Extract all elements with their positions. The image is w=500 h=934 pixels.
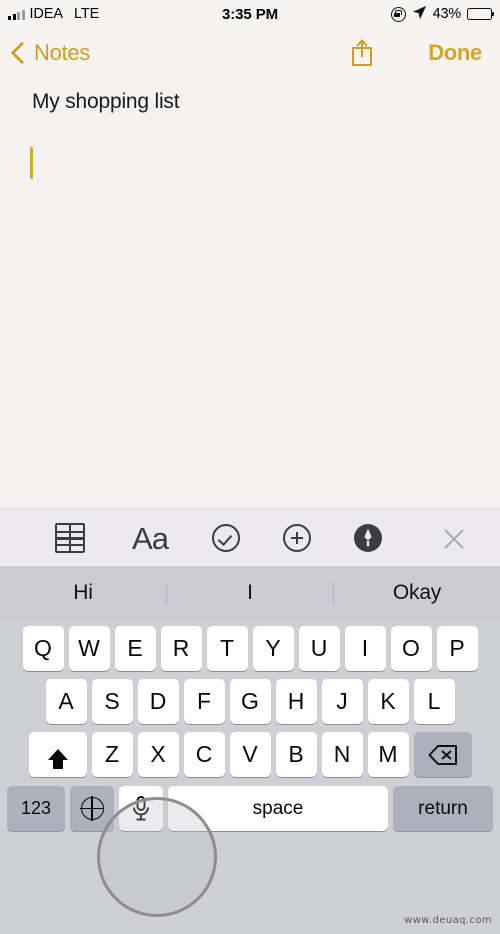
key-w[interactable]: W [68,626,110,671]
keyboard-rows: QWERTYUIOP ASDFGHJKL ZXCVBNM 123 space r… [0,620,500,831]
location-arrow-icon [412,5,427,24]
done-button[interactable]: Done [428,40,482,66]
key-r[interactable]: R [160,626,202,671]
prediction-option-1[interactable]: Hi [0,581,166,605]
back-to-notes-button[interactable]: Notes [10,40,90,66]
key-p[interactable]: P [436,626,478,671]
text-cursor [30,147,33,179]
key-x[interactable]: X [137,732,179,777]
key-b[interactable]: B [275,732,317,777]
key-z[interactable]: Z [91,732,133,777]
key-h[interactable]: H [275,679,317,724]
key-o[interactable]: O [390,626,432,671]
table-icon[interactable] [46,509,94,567]
status-bar-right: 43% [390,5,495,24]
globe-key[interactable] [70,786,114,831]
key-k[interactable]: K [367,679,409,724]
add-attachment-icon[interactable] [273,509,321,567]
key-c[interactable]: C [183,732,225,777]
keyboard: Hi I Okay QWERTYUIOP ASDFGHJKL ZXCVBNM 1… [0,566,500,934]
key-v[interactable]: V [229,732,271,777]
key-a[interactable]: A [45,679,87,724]
dictation-key[interactable] [119,786,163,831]
watermark-label: www.deuaq.com [404,915,492,926]
rotation-lock-icon [390,6,406,22]
globe-icon [79,796,105,821]
key-q[interactable]: Q [22,626,64,671]
key-y[interactable]: Y [252,626,294,671]
predictive-text-bar: Hi I Okay [0,566,500,620]
text-format-label: Aa [132,520,169,556]
prediction-option-3[interactable]: Okay [334,581,500,605]
back-button-label: Notes [34,40,90,65]
key-g[interactable]: G [229,679,271,724]
keyboard-row-4: 123 space return [0,777,500,831]
chevron-left-icon [10,41,34,65]
close-icon[interactable] [430,509,478,567]
key-n[interactable]: N [321,732,363,777]
microphone-icon [133,795,149,820]
arrow-up-icon [47,749,68,769]
key-f[interactable]: F [183,679,225,724]
return-key[interactable]: return [393,786,493,831]
keyboard-row-1: QWERTYUIOP [0,620,500,671]
delete-key[interactable] [413,732,472,777]
markup-icon[interactable] [344,509,392,567]
shift-key[interactable] [28,732,87,777]
numbers-key[interactable]: 123 [7,786,65,831]
key-m[interactable]: M [367,732,409,777]
key-t[interactable]: T [206,626,248,671]
key-u[interactable]: U [298,626,340,671]
space-key[interactable]: space [168,786,388,831]
note-editor[interactable]: My shopping list [0,78,500,508]
note-title-text: My shopping list [32,90,180,113]
keyboard-row-2: ASDFGHJKL [0,671,500,724]
key-d[interactable]: D [137,679,179,724]
battery-icon [467,8,495,20]
prediction-option-2[interactable]: I [167,581,333,605]
navigation-bar: Notes Done [0,28,500,78]
format-toolbar: Aa [0,508,500,567]
key-i[interactable]: I [344,626,386,671]
key-l[interactable]: L [413,679,455,724]
checklist-icon[interactable] [202,509,250,567]
key-s[interactable]: S [91,679,133,724]
backspace-icon [428,744,457,765]
key-j[interactable]: J [321,679,363,724]
phone-screen: IDEA LTE 3:35 PM 43% Notes Done My shopp… [0,0,500,934]
keyboard-row-3: ZXCVBNM [0,724,500,777]
share-icon[interactable] [345,36,379,70]
status-bar: IDEA LTE 3:35 PM 43% [0,0,500,28]
battery-percent-label: 43% [432,6,462,22]
key-e[interactable]: E [114,626,156,671]
text-format-icon[interactable]: Aa [126,509,174,567]
